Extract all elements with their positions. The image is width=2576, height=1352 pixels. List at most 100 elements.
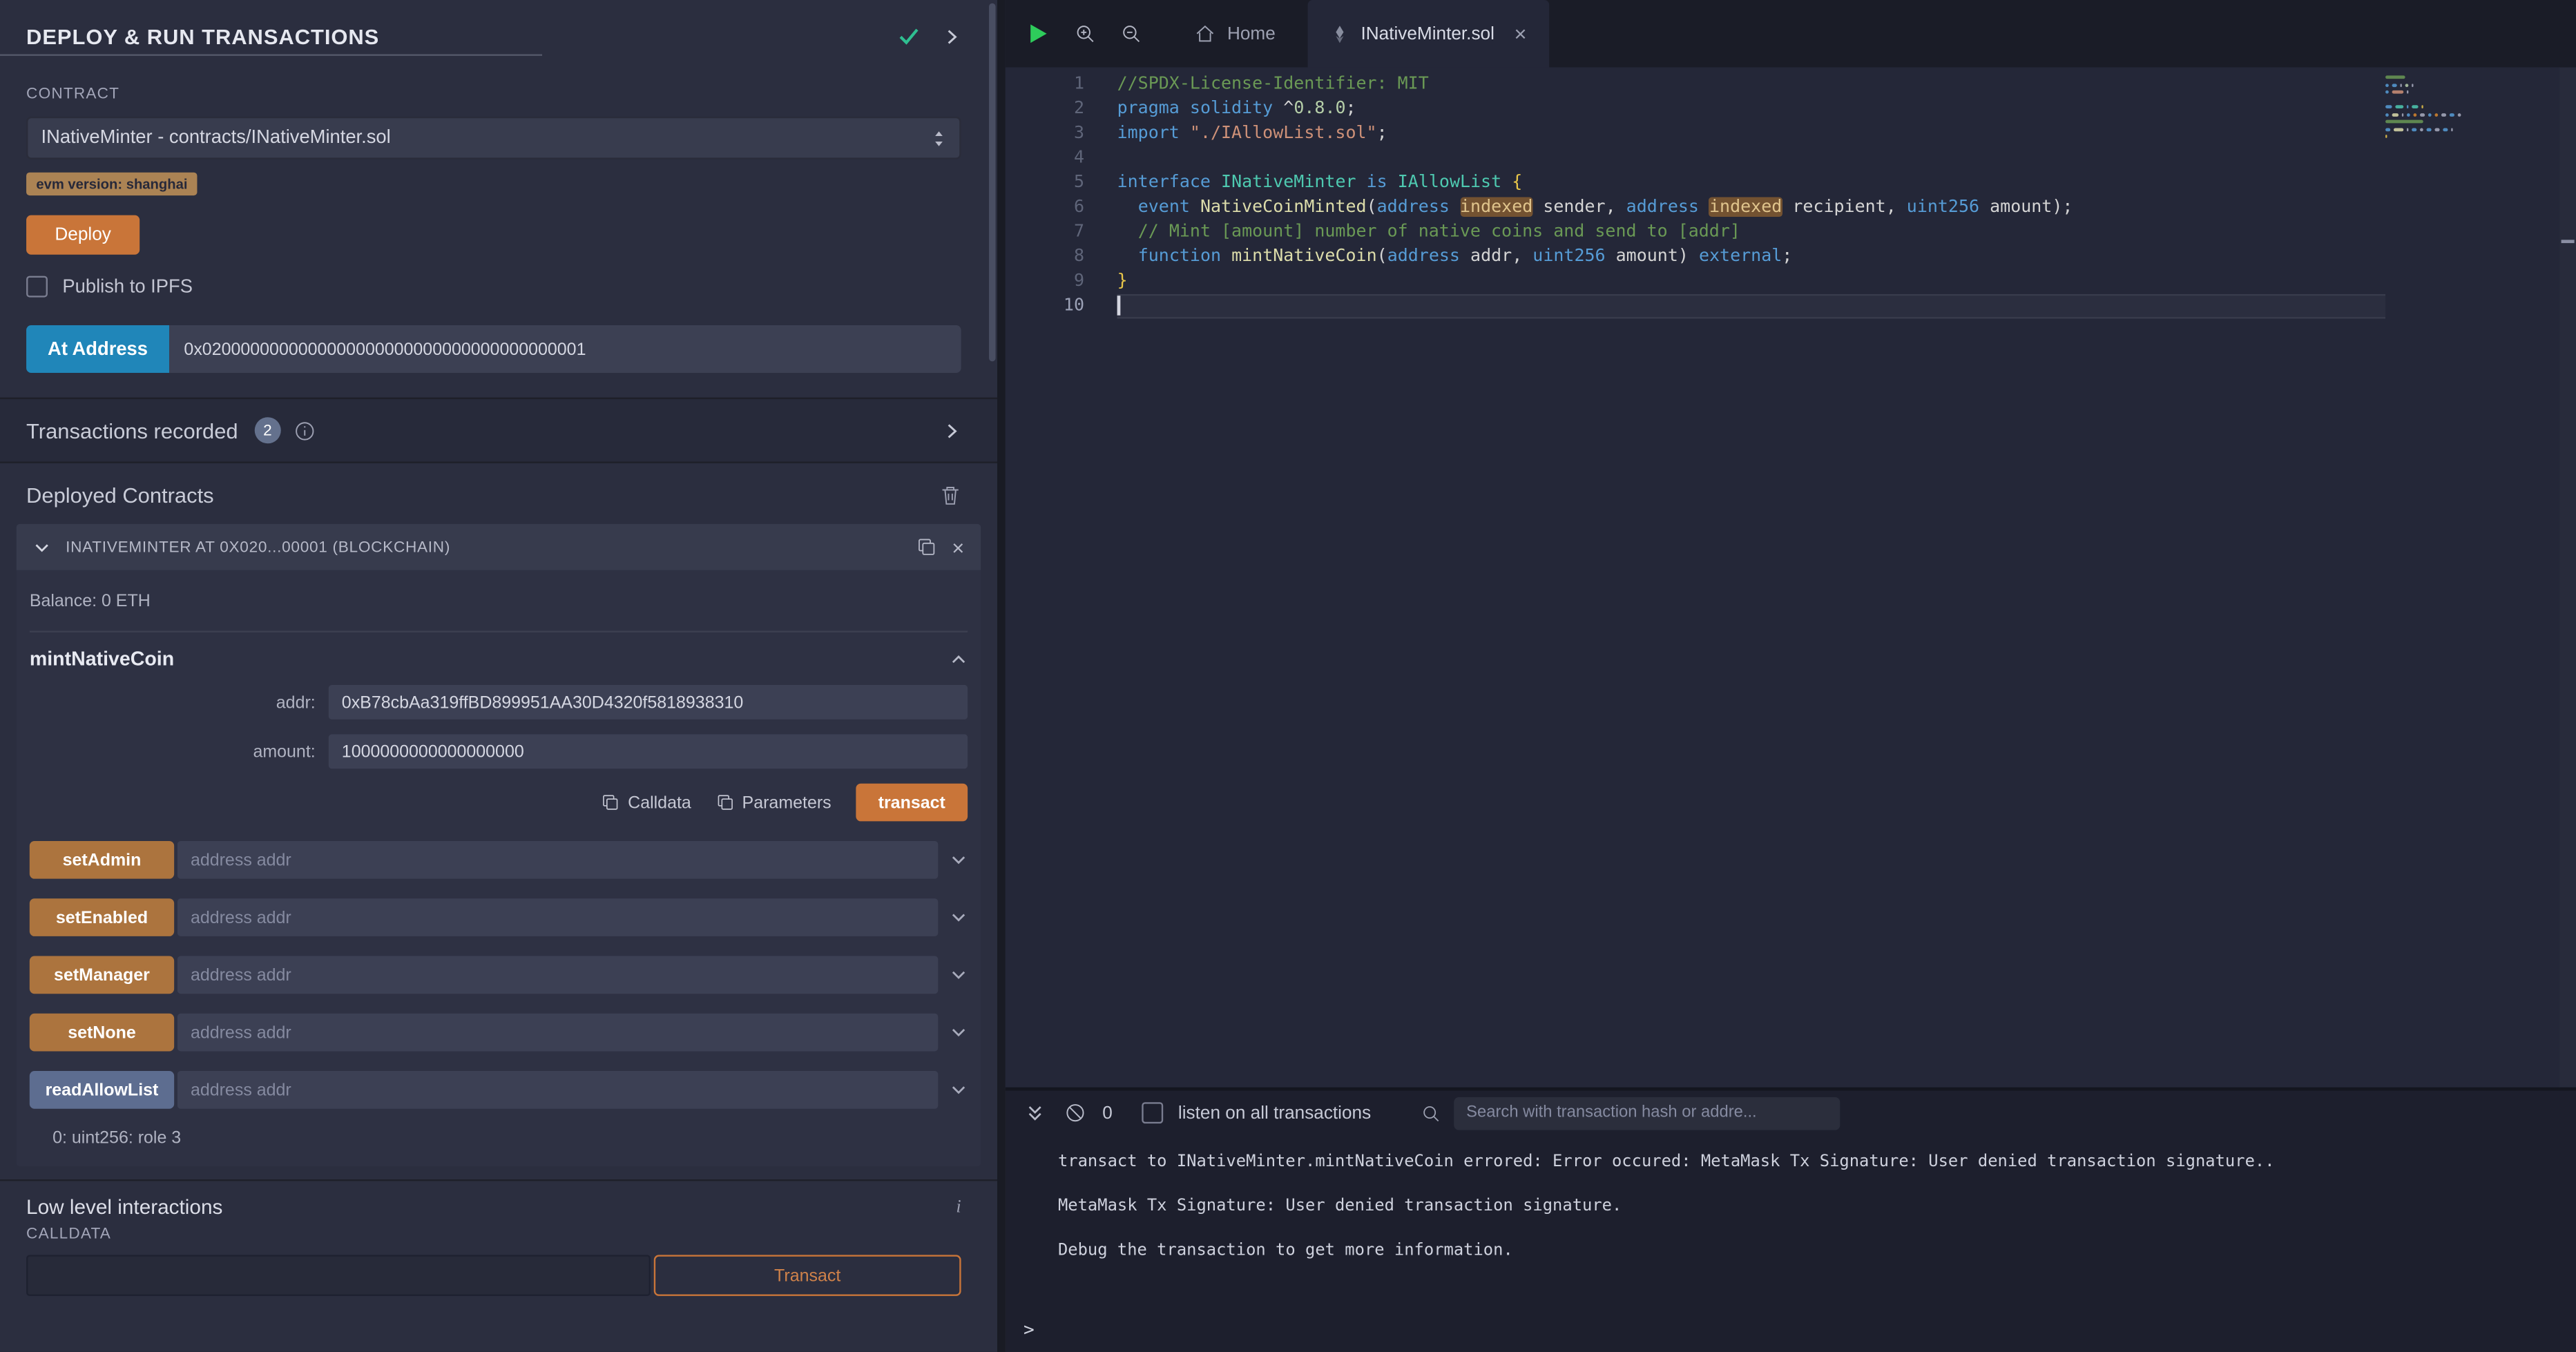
line-numbers[interactable]: 12345678910	[1006, 73, 1084, 1088]
line-number: 2	[1006, 97, 1084, 122]
minimap-line	[2385, 98, 2461, 102]
tab-close-icon[interactable]: ×	[1514, 23, 1526, 44]
trash-icon[interactable]	[940, 485, 961, 506]
line-number: 9	[1006, 269, 1084, 294]
close-icon[interactable]: ×	[952, 537, 964, 558]
chevron-down-icon[interactable]	[950, 908, 968, 926]
tab-label: Home	[1227, 23, 1276, 44]
deploy-run-panel: DEPLOY & RUN TRANSACTIONS CONTRACT INati…	[0, 0, 997, 1352]
contract-instance-header[interactable]: INATIVEMINTER AT 0X020...00001 (BLOCKCHA…	[17, 524, 981, 570]
line-number: 4	[1006, 146, 1084, 171]
chevron-down-icon[interactable]	[950, 1081, 968, 1099]
function-row: setNone	[30, 1014, 968, 1052]
at-address-row: At Address	[26, 325, 961, 373]
terminal-toolbar: 0 listen on all transactions	[1006, 1091, 2576, 1135]
deploy-button[interactable]: Deploy	[26, 215, 140, 255]
tab-home[interactable]: Home	[1171, 0, 1298, 68]
setEnabled-button[interactable]: setEnabled	[30, 898, 174, 936]
setAdmin-button[interactable]: setAdmin	[30, 841, 174, 879]
copy-parameters-button[interactable]: Parameters	[716, 793, 832, 813]
readAllowList-button[interactable]: readAllowList	[30, 1071, 174, 1109]
listen-all-transactions-label: listen on all transactions	[1178, 1103, 1371, 1123]
home-icon	[1194, 23, 1215, 44]
chevron-right-icon[interactable]	[943, 421, 961, 439]
param-row: addr:	[30, 685, 968, 720]
setManager-input[interactable]	[177, 956, 938, 994]
param-label: amount:	[30, 742, 329, 762]
transactions-recorded-section[interactable]: Transactions recorded 2	[0, 398, 997, 463]
code-line: import "./IAllowList.sol";	[1117, 122, 2385, 146]
chevron-down-icon[interactable]	[950, 966, 968, 984]
minimap-line	[2385, 135, 2461, 138]
minimap-line	[2385, 127, 2461, 131]
line-number: 1	[1006, 73, 1084, 97]
terminal-search-input[interactable]	[1453, 1097, 1839, 1130]
terminal-prompt[interactable]: >	[1023, 1319, 1035, 1340]
zoom-out-button[interactable]	[1120, 23, 1142, 44]
log-line: Debug the transaction to get more inform…	[1058, 1242, 2576, 1262]
editor-region: Home INativeMinter.sol × 12345678910 //S…	[1006, 0, 2576, 1352]
copy-calldata-button[interactable]: Calldata	[602, 793, 691, 813]
publish-ipfs-checkbox[interactable]	[26, 276, 48, 298]
expanded-function-section: mintNativeCoin addr: amount: Calldata	[30, 630, 968, 821]
code-line: function mintNativeCoin(address addr, ui…	[1117, 244, 2385, 269]
copy-parameters-label: Parameters	[742, 793, 832, 813]
log-line: MetaMask Tx Signature: User denied trans…	[1058, 1197, 2576, 1217]
header-underline	[0, 55, 542, 56]
code-content[interactable]: //SPDX-License-Identifier: MITpragma sol…	[1084, 73, 2385, 1088]
publish-ipfs-row: Publish to IPFS	[26, 276, 961, 298]
calldata-input[interactable]	[26, 1255, 651, 1295]
at-address-button[interactable]: At Address	[26, 325, 169, 373]
tab-inativeminter-sol[interactable]: INativeMinter.sol ×	[1308, 0, 1549, 68]
minimap[interactable]	[2385, 75, 2461, 145]
check-icon	[897, 25, 920, 48]
text-cursor	[1117, 296, 1120, 316]
lowlevel-transact-button[interactable]: Transact	[654, 1255, 961, 1295]
transact-button[interactable]: transact	[856, 784, 968, 822]
param-row: amount:	[30, 734, 968, 769]
setNone-input[interactable]	[177, 1014, 938, 1052]
setNone-button[interactable]: setNone	[30, 1014, 174, 1052]
info-icon[interactable]: i	[956, 1197, 961, 1217]
setManager-button[interactable]: setManager	[30, 956, 174, 994]
evm-version-badge: evm version: shanghai	[26, 173, 198, 195]
low-level-interactions: Low level interactions i CALLDATA Transa…	[0, 1181, 997, 1296]
deployed-contracts-header: Deployed Contracts	[0, 463, 997, 518]
terminal: 0 listen on all transactions transact to…	[1006, 1088, 2576, 1352]
run-script-button[interactable]	[1025, 21, 1050, 46]
select-arrows-icon	[932, 127, 946, 148]
panel-resize-handle[interactable]	[997, 0, 1006, 1352]
function-row: setAdmin	[30, 841, 968, 879]
code-editor[interactable]: 12345678910 //SPDX-License-Identifier: M…	[1006, 68, 2576, 1088]
contract-select-value: INativeMinter - contracts/INativeMinter.…	[41, 128, 390, 148]
chevron-up-icon[interactable]	[950, 650, 968, 668]
chevron-down-icon[interactable]	[950, 1023, 968, 1041]
overview-ruler[interactable]	[2559, 68, 2576, 1088]
minimap-line	[2385, 113, 2461, 116]
listen-all-transactions-checkbox[interactable]	[1142, 1102, 1164, 1123]
copy-icon[interactable]	[917, 537, 937, 557]
chevron-down-icon[interactable]	[33, 538, 51, 556]
transactions-count-badge: 2	[254, 417, 280, 443]
setAdmin-input[interactable]	[177, 841, 938, 879]
code-line: interface INativeMinter is IAllowList {	[1117, 171, 2385, 195]
chevron-right-icon[interactable]	[943, 27, 961, 45]
function-row: readAllowList	[30, 1071, 968, 1109]
panel-scrollbar[interactable]	[989, 3, 996, 362]
contract-select[interactable]: INativeMinter - contracts/INativeMinter.…	[26, 117, 961, 160]
at-address-input[interactable]	[169, 325, 961, 373]
chevron-down-icon[interactable]	[950, 851, 968, 869]
setEnabled-input[interactable]	[177, 898, 938, 936]
line-number: 3	[1006, 122, 1084, 146]
function-name: mintNativeCoin	[30, 647, 174, 670]
amount-param-input[interactable]	[329, 734, 968, 769]
addr-param-input[interactable]	[329, 685, 968, 720]
readAllowList-input[interactable]	[177, 1071, 938, 1109]
code-line	[1117, 146, 2385, 171]
expand-terminal-icon[interactable]	[1025, 1103, 1045, 1123]
clear-console-icon[interactable]	[1064, 1102, 1086, 1123]
transaction-count: 0	[1102, 1103, 1113, 1123]
code-line: // Mint [amount] number of native coins …	[1117, 220, 2385, 245]
zoom-in-button[interactable]	[1075, 23, 1096, 44]
code-line	[1117, 294, 2385, 319]
